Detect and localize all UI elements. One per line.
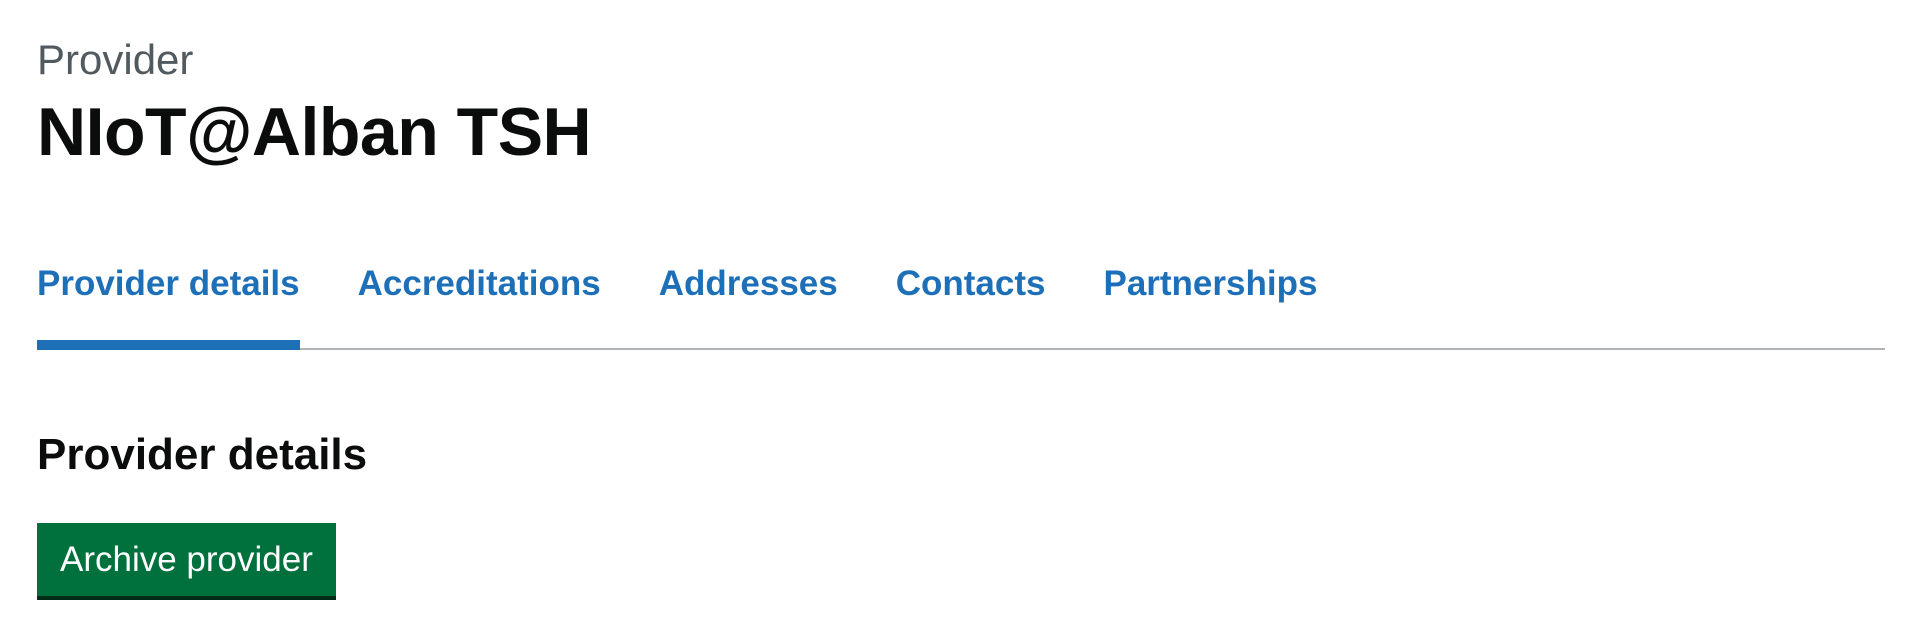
tab-addresses-link[interactable]: Addresses: [659, 254, 838, 314]
section-heading: Provider details: [37, 430, 368, 479]
tab-provider-details[interactable]: Provider details: [37, 254, 300, 350]
tab-bar: Provider details Accreditations Addresse…: [37, 254, 1885, 350]
page-title: NIoT@Alban TSH: [37, 94, 592, 170]
tab-accreditations-link[interactable]: Accreditations: [358, 254, 601, 314]
tab-accreditations[interactable]: Accreditations: [358, 254, 601, 348]
tab-partnerships[interactable]: Partnerships: [1103, 254, 1317, 348]
tab-list: Provider details Accreditations Addresse…: [37, 254, 1885, 350]
tab-addresses[interactable]: Addresses: [659, 254, 838, 348]
page: Provider NIoT@Alban TSH Provider details…: [0, 0, 1920, 640]
tab-contacts-link[interactable]: Contacts: [896, 254, 1046, 314]
archive-provider-button[interactable]: Archive provider: [37, 523, 336, 600]
tab-contacts[interactable]: Contacts: [896, 254, 1046, 348]
tab-provider-details-link[interactable]: Provider details: [37, 254, 300, 314]
tab-partnerships-link[interactable]: Partnerships: [1103, 254, 1317, 314]
page-caption: Provider: [37, 36, 194, 83]
